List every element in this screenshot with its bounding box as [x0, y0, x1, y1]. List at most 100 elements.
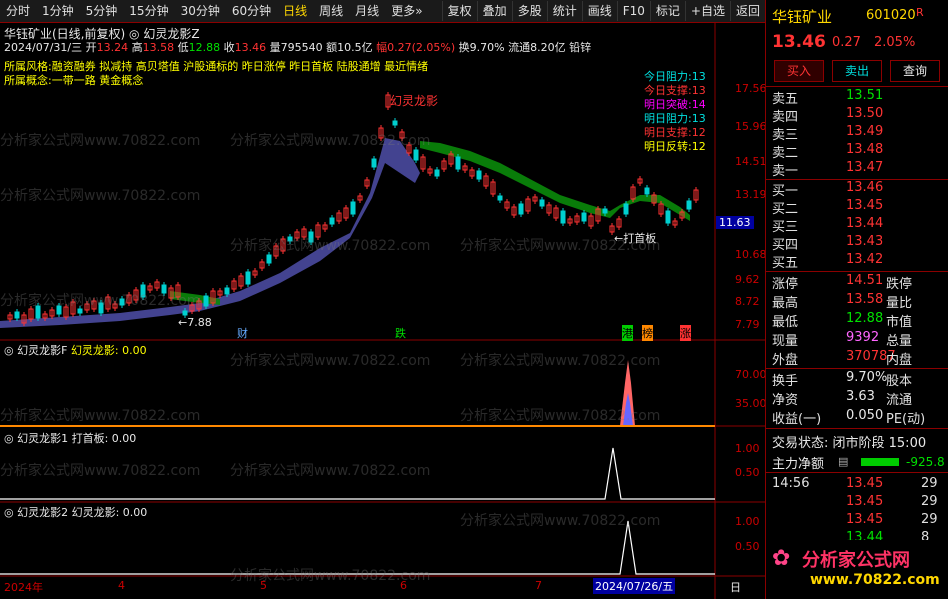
statistics-button[interactable]: 统计 [546, 1, 582, 21]
f10-button[interactable]: F10 [616, 1, 650, 21]
price-axis-label: 8.72 [735, 295, 760, 308]
add-watchlist-button[interactable]: +自选 [684, 1, 730, 21]
watermark: 分析家公式网www.70822.com [230, 238, 431, 254]
candle-body [518, 203, 524, 215]
float-value: 流通8.20亿 [508, 41, 566, 54]
bid-level: 买五 13.42 [772, 252, 884, 271]
date-axis-month: 6 [400, 579, 407, 592]
bid-level: 买三 13.44 [772, 216, 884, 235]
list-icon[interactable]: ▤ [838, 455, 848, 468]
close-label: 收 [223, 41, 235, 54]
period-tab-60min[interactable]: 60分钟 [226, 0, 277, 22]
restore-right-button[interactable]: 复权 [441, 1, 477, 21]
sell-button[interactable]: 卖出 [832, 60, 882, 82]
multi-stock-button[interactable]: 多股 [511, 1, 547, 21]
period-tab-more[interactable]: 更多» [385, 0, 428, 22]
candle-body [371, 158, 377, 168]
candle-body [497, 195, 503, 201]
sub3-axis-label: 0.50 [735, 540, 760, 553]
stat-row: 现量 9392 总量 [772, 330, 913, 349]
sub2-dropdown-icon[interactable]: ◎ [4, 432, 14, 445]
sub2-value: 打首板: 0.00 [71, 432, 137, 445]
stat-row: 最高 13.58 量比 [772, 292, 913, 311]
sub1-axis-label: 70.00 [735, 368, 767, 381]
period-tab-monthly[interactable]: 月线 [349, 0, 385, 22]
candle-body [644, 187, 650, 195]
site-logo: ✿ 分析家公式网 www.70822.com [766, 540, 948, 599]
date-axis-year: 2024年 [4, 581, 43, 594]
ask-level: 卖三 13.49 [772, 124, 884, 143]
draw-line-button[interactable]: 画线 [581, 1, 617, 21]
sub3-axis-label: 1.00 [735, 515, 760, 528]
watermark: 分析家公式网www.70822.com [230, 463, 431, 479]
low-price-annotation: ←7.88 [178, 316, 212, 329]
sub1-value: 幻灵龙影: 0.00 [70, 344, 147, 357]
r-marker: R [916, 6, 924, 19]
event-marker-bang[interactable]: 榜 [642, 325, 653, 341]
logo-text: 分析家公式网 [802, 550, 910, 571]
candle-body [623, 203, 629, 215]
overlay-button[interactable]: 叠加 [476, 1, 512, 21]
price-axis-label: 9.62 [735, 273, 760, 286]
date-axis-month: 7 [535, 579, 542, 592]
low-label: 低 [177, 41, 189, 54]
event-marker-die[interactable]: 跌 [395, 325, 406, 341]
volume-value: 量795540 [269, 41, 323, 54]
watermark: 分析家公式网www.70822.com [230, 353, 431, 369]
sub2-title[interactable]: 幻灵龙影1 [17, 432, 68, 445]
event-marker-cai[interactable]: 财 [237, 325, 248, 341]
ohlc-date: 2024/07/31/三 [4, 41, 83, 54]
period-tab-timeshare[interactable]: 分时 [0, 0, 36, 22]
legend-item: 明日阻力:13 [644, 112, 706, 125]
candle-body [686, 200, 692, 210]
watermark: 分析家公式网www.70822.com [0, 463, 201, 479]
sector-value: 铅锌 [569, 41, 592, 54]
trade-state: 交易状态: 闭市阶段 15:00 [772, 436, 927, 451]
period-tab-weekly[interactable]: 周线 [313, 0, 349, 22]
bid-level: 买一 13.46 [772, 180, 884, 199]
watermark: 分析家公式网www.70822.com [0, 188, 201, 204]
watermark: 分析家公式网www.70822.com [0, 293, 201, 309]
back-button[interactable]: 返回 [729, 1, 765, 21]
date-axis-end: 日 [730, 581, 741, 594]
event-marker-gang[interactable]: 港 [622, 325, 633, 341]
period-tab-daily[interactable]: 日线 [277, 0, 313, 22]
logo-url: www.70822.com [810, 572, 940, 588]
mark-button[interactable]: 标记 [649, 1, 685, 21]
legend-item: 明日反转:12 [644, 140, 706, 153]
legend-item: 今日阻力:13 [644, 70, 706, 83]
tick-row: 13.45 29 [846, 494, 938, 509]
period-tab-1min[interactable]: 1分钟 [36, 0, 80, 22]
legend-item: 今日支撑:13 [644, 84, 706, 97]
period-tab-30min[interactable]: 30分钟 [175, 0, 226, 22]
bid-level: 买四 13.43 [772, 234, 884, 253]
sub1-dropdown-icon[interactable]: ◎ [4, 344, 14, 357]
sub3-title[interactable]: 幻灵龙影2 [17, 506, 68, 519]
change-value: 幅0.27(2.05%) [376, 41, 456, 54]
tick-row: 14:56 13.45 29 [772, 476, 938, 491]
period-tab-5min[interactable]: 5分钟 [80, 0, 124, 22]
main-net-bar [861, 458, 899, 466]
stat-row: 最低 12.88 市值 [772, 311, 913, 330]
candle-body [665, 210, 671, 224]
watermark: 分析家公式网www.70822.com [0, 408, 201, 424]
price-axis-label: 17.56 [735, 82, 767, 95]
stat-row: 外盘 370787 内盘 [772, 349, 913, 368]
period-tab-15min[interactable]: 15分钟 [123, 0, 174, 22]
price-axis-label: 13.19 [735, 188, 767, 201]
sub1-title[interactable]: 幻灵龙影F [17, 344, 67, 357]
concept-tags-row: 所属概念:一带一路 黄金概念 [4, 74, 144, 87]
event-marker-zhang[interactable]: 涨 [680, 325, 691, 341]
current-price-tag: 11.63 [716, 216, 754, 229]
candle-body [14, 311, 20, 319]
candle-body [434, 169, 440, 177]
candle-body [581, 212, 587, 222]
main-net-label: 主力净额 [772, 457, 825, 472]
buy-button[interactable]: 买入 [774, 60, 824, 82]
sub3-dropdown-icon[interactable]: ◎ [4, 506, 14, 519]
candle-body [266, 254, 272, 264]
legend-item: 明日支撑:12 [644, 126, 706, 139]
sub2-header: ◎ 幻灵龙影1 打首板: 0.00 [4, 430, 136, 446]
candle-body [455, 156, 461, 170]
query-button[interactable]: 查询 [890, 60, 940, 82]
